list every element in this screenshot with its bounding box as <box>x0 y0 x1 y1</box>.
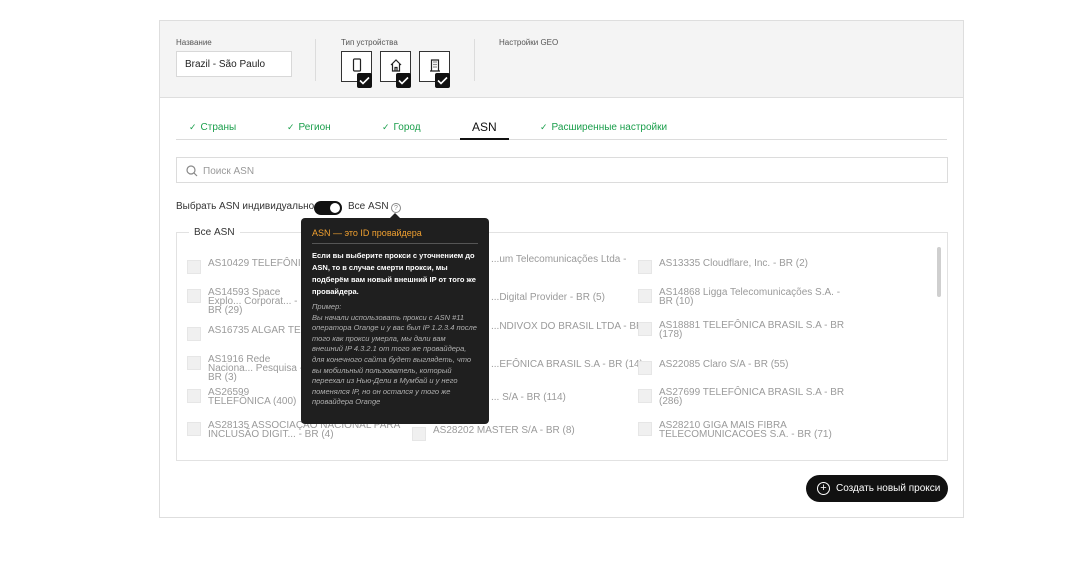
tooltip-example-text: Вы начали использовать прокси с ASN #11 … <box>312 312 477 407</box>
tab-region[interactable]: ✓ Регион <box>287 122 331 144</box>
checkbox[interactable] <box>412 427 426 441</box>
asn-item[interactable]: AS28202 MASTER S/A - BR (8) <box>412 426 628 441</box>
tooltip-example-title: Пример: <box>312 302 342 311</box>
checkbox[interactable] <box>638 289 652 303</box>
asn-search-box <box>176 157 948 183</box>
asn-item[interactable]: AS28210 GIGA MAIS FIBRA TELECOMUNICACOES… <box>638 421 854 440</box>
checkbox[interactable] <box>187 356 201 370</box>
checkbox-checked-icon <box>357 73 372 88</box>
name-input[interactable] <box>176 51 292 77</box>
settings-tabs: ✓ Страны ✓ Регион ✓ Город ASN ✓ Расширенные … <box>176 118 947 140</box>
create-proxy-button[interactable]: + Создать новый прокси <box>806 475 948 502</box>
asn-item[interactable]: ...NDIVOX DO BRASIL LTDA - BR <box>491 322 686 332</box>
asn-search-input[interactable] <box>203 163 903 179</box>
divider <box>474 39 475 81</box>
asn-item[interactable]: AS27699 TELEFÔNICA BRASIL S.A - BR (286) <box>638 388 854 407</box>
help-icon[interactable]: ? <box>391 203 401 213</box>
office-building-icon <box>430 59 440 72</box>
device-office-toggle[interactable] <box>419 51 450 88</box>
asn-item[interactable]: ...um Telecomunicações Ltda - <box>491 255 686 265</box>
check-icon: ✓ <box>287 122 295 132</box>
device-type-label: Тип устройства <box>341 38 398 47</box>
checkbox[interactable] <box>638 389 652 403</box>
scrollbar[interactable] <box>937 247 941 297</box>
checkbox[interactable] <box>638 322 652 336</box>
asn-item[interactable]: AS13335 Cloudflare, Inc. - BR (2) <box>638 259 854 274</box>
tab-countries[interactable]: ✓ Страны <box>189 122 236 144</box>
asn-item[interactable]: ...Digital Provider - BR (5) <box>491 293 686 303</box>
checkbox[interactable] <box>638 361 652 375</box>
asn-tooltip: ASN — это ID провайдера Если вы выберите… <box>301 213 489 424</box>
checkbox[interactable] <box>187 289 201 303</box>
tab-asn[interactable]: ASN <box>460 117 509 140</box>
search-icon <box>186 165 198 177</box>
asn-item[interactable]: ...EFÔNICA BRASIL S.A - BR (14) <box>491 360 686 370</box>
check-icon: ✓ <box>540 122 548 132</box>
asn-item[interactable]: ... S/A - BR (114) <box>491 393 686 403</box>
mobile-icon <box>352 58 362 72</box>
asn-item[interactable]: AS14593 Space Explo... Corporat... - BR … <box>187 288 308 316</box>
checkbox[interactable] <box>187 327 201 341</box>
checkbox-checked-icon <box>435 73 450 88</box>
toggle-knob <box>330 203 340 213</box>
tooltip-title: ASN — это ID провайдера <box>312 228 478 244</box>
asn-mode-row: Выбрать ASN индивидуально Все ASN ? <box>176 201 401 215</box>
device-home-toggle[interactable] <box>380 51 411 88</box>
plus-circle-icon: + <box>817 482 830 495</box>
asn-item[interactable]: AS1916 Rede Naciona... Pesquisa - BR (3) <box>187 355 308 383</box>
device-mobile-toggle[interactable] <box>341 51 372 88</box>
home-icon <box>390 59 402 72</box>
proxy-settings-card: Название Тип устройства Настройки GEO ✓С… <box>159 20 964 518</box>
checkbox[interactable] <box>187 422 201 436</box>
checkbox-checked-icon <box>396 73 411 88</box>
checkbox[interactable] <box>638 422 652 436</box>
asn-list: Все ASN AS10429 TELEFÔNICA ...um Telecom… <box>176 227 948 461</box>
asn-item[interactable]: AS26599 TELEFÔNICA (400) <box>187 388 303 407</box>
individual-asn-label: Выбрать ASN индивидуально <box>176 201 315 212</box>
asn-item[interactable]: AS18881 TELEFÔNICA BRASIL S.A - BR (178) <box>638 321 854 340</box>
name-label: Название <box>176 38 212 47</box>
check-icon: ✓ <box>382 122 390 132</box>
proxy-top-panel: Название Тип устройства Настройки GEO <box>160 21 963 98</box>
tooltip-body: Если вы выберите прокси с уточнением до … <box>312 251 476 296</box>
asn-mode-toggle[interactable] <box>314 201 342 215</box>
asn-item[interactable]: AS14868 Ligga Telecomunicações S.A. - BR… <box>638 288 854 307</box>
divider <box>315 39 316 81</box>
tab-advanced-settings[interactable]: ✓ Расширенные настройки <box>540 122 667 144</box>
geo-settings-label: Настройки GEO <box>499 38 559 47</box>
checkbox[interactable] <box>187 260 201 274</box>
checkbox[interactable] <box>187 389 201 403</box>
check-icon: ✓ <box>189 122 197 132</box>
asn-item[interactable]: AS22085 Claro S/A - BR (55) <box>638 360 854 375</box>
tab-city[interactable]: ✓ Город <box>382 122 421 144</box>
checkbox[interactable] <box>638 260 652 274</box>
all-asn-label: Все ASN <box>348 201 389 212</box>
tooltip-example: Пример: Вы начали использовать прокси с … <box>312 302 478 408</box>
asn-list-legend: Все ASN <box>189 227 240 238</box>
